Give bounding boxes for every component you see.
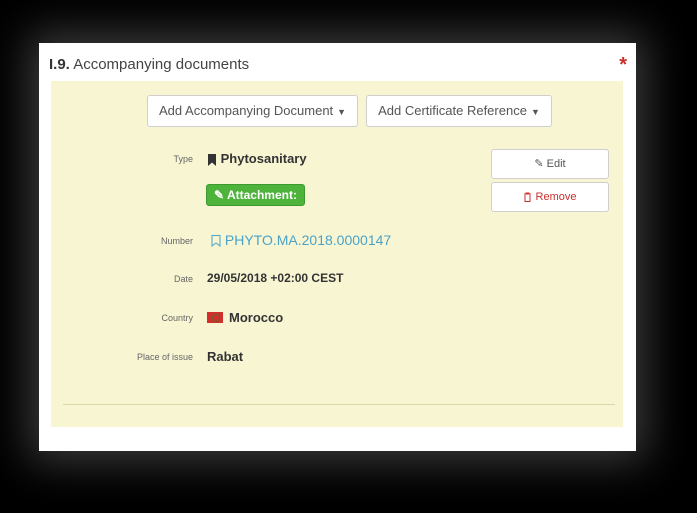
add-accompanying-document-button[interactable]: Add Accompanying Document ▼ <box>147 95 359 127</box>
remove-label: Remove <box>535 191 577 203</box>
country-value: Morocco <box>207 310 283 325</box>
section-number: I.9. <box>49 56 70 73</box>
attachment-badge[interactable]: ✎ Attachment: <box>206 184 305 206</box>
type-value: Phytosanitary <box>207 151 307 166</box>
accompanying-documents-panel: I.9. Accompanying documents * Add Accomp… <box>39 43 636 451</box>
add-certificate-reference-button[interactable]: Add Certificate Reference ▼ <box>366 95 552 127</box>
number-link[interactable]: PHYTO.MA.2018.0000147 <box>211 232 391 248</box>
section-title: I.9. Accompanying documents <box>49 56 249 73</box>
country-label: Country <box>161 313 193 323</box>
number-label: Number <box>160 236 193 246</box>
morocco-flag-icon <box>207 312 223 323</box>
required-asterisk-icon: * <box>619 54 627 76</box>
trash-icon <box>524 192 532 203</box>
screen: I.9. Accompanying documents * Add Accomp… <box>0 0 697 513</box>
add-actions: Add Accompanying Document ▼ Add Certifica… <box>147 95 552 127</box>
section-title-text: Accompanying documents <box>73 56 250 73</box>
pencil-icon: ✎ <box>214 188 225 202</box>
bookmark-outline-icon <box>211 235 221 248</box>
type-text: Phytosanitary <box>220 151 307 166</box>
document-card: Add Accompanying Document ▼ Add Certifica… <box>51 81 623 427</box>
bookmark-icon <box>208 153 216 166</box>
remove-button[interactable]: Remove <box>491 182 609 212</box>
number-text: PHYTO.MA.2018.0000147 <box>224 232 392 248</box>
add-certificate-label: Add Certificate Reference <box>378 103 527 118</box>
place-label: Place of issue <box>136 352 193 362</box>
caret-down-icon: ▼ <box>530 106 540 117</box>
date-value: 29/05/2018 +02:00 CEST <box>207 271 344 285</box>
place-value: Rabat <box>207 349 244 364</box>
section-divider <box>63 404 615 405</box>
type-label: Type <box>173 154 193 164</box>
edit-button[interactable]: ✎ Edit <box>491 149 609 179</box>
country-text: Morocco <box>229 310 284 325</box>
edit-icon: ✎ <box>534 158 544 170</box>
caret-down-icon: ▼ <box>337 106 347 117</box>
add-document-label: Add Accompanying Document <box>159 103 334 118</box>
edit-label: Edit <box>546 158 566 170</box>
attachment-label: Attachment: <box>226 188 297 202</box>
date-label: Date <box>173 274 193 284</box>
